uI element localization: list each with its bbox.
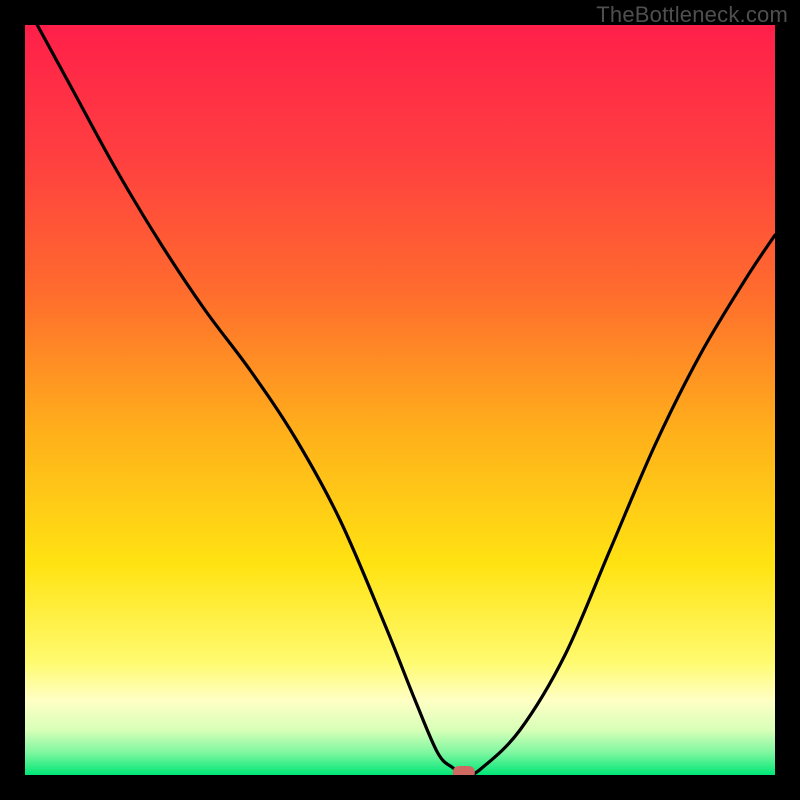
optimum-marker (453, 766, 475, 775)
chart-svg (25, 25, 775, 775)
chart-plot-area (25, 25, 775, 775)
chart-frame: TheBottleneck.com (0, 0, 800, 800)
watermark-text: TheBottleneck.com (596, 2, 788, 28)
